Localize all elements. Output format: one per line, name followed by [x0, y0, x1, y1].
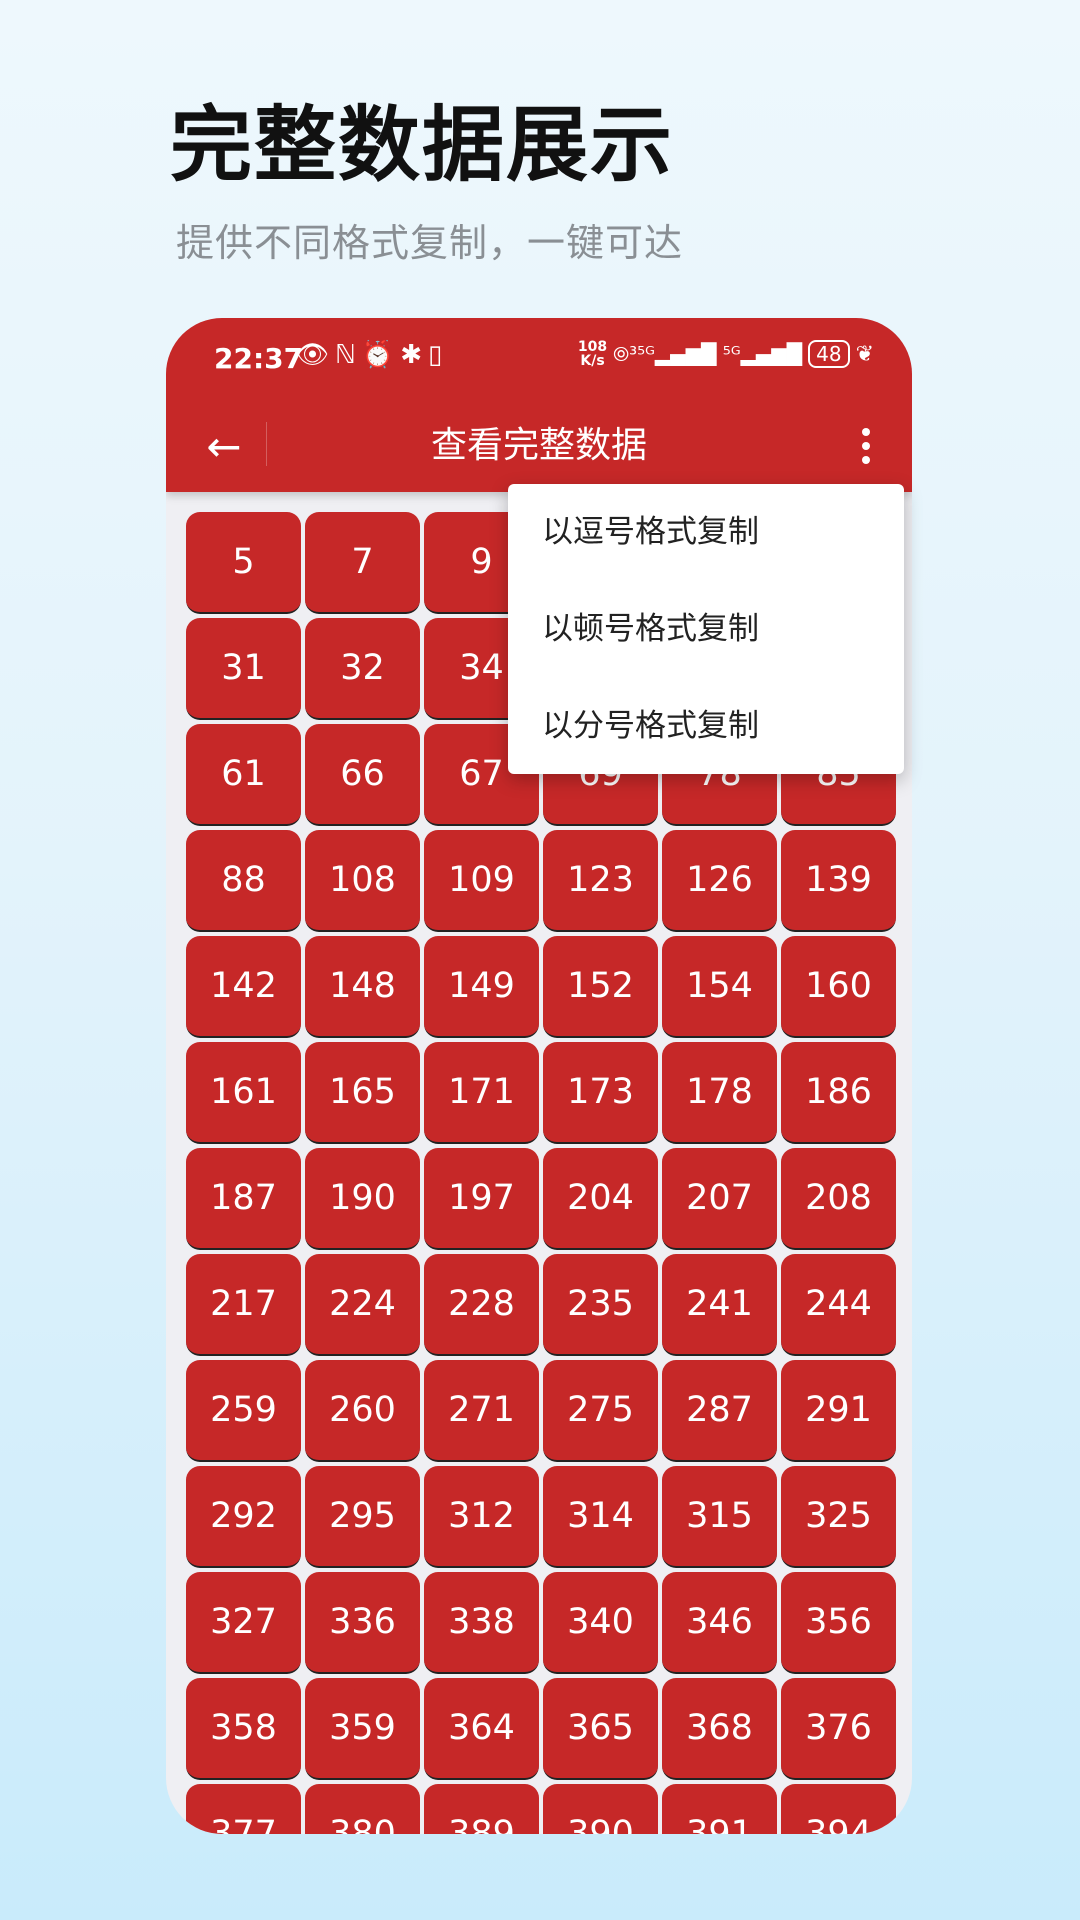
grid-row: 142 148 149 152 154 160: [186, 936, 896, 1042]
promo-subtitle: 提供不同格式复制，一键可达: [176, 221, 684, 265]
more-vert-icon: [862, 456, 870, 464]
number-cell[interactable]: 148: [305, 936, 420, 1038]
grid-row: 358 359 364 365 368 376: [186, 1678, 896, 1784]
number-cell[interactable]: 31: [186, 618, 301, 720]
number-cell[interactable]: 271: [424, 1360, 539, 1462]
number-cell[interactable]: 325: [781, 1466, 896, 1568]
number-cell[interactable]: 364: [424, 1678, 539, 1780]
number-cell[interactable]: 380: [305, 1784, 420, 1834]
menu-item-copy-semicolon[interactable]: 以分号格式复制: [508, 678, 904, 775]
number-cell[interactable]: 5: [186, 512, 301, 614]
number-cell[interactable]: 7: [305, 512, 420, 614]
status-icons-right: 108 K/s ⦾³⁵ᴳ▂▄▆█ ⁵ᴳ▂▄▆█ 48 ❦: [578, 340, 874, 368]
number-cell[interactable]: 88: [186, 830, 301, 932]
number-cell[interactable]: 126: [662, 830, 777, 932]
number-cell[interactable]: 208: [781, 1148, 896, 1250]
number-cell[interactable]: 66: [305, 724, 420, 826]
number-cell[interactable]: 108: [305, 830, 420, 932]
number-cell[interactable]: 171: [424, 1042, 539, 1144]
number-cell[interactable]: 228: [424, 1254, 539, 1356]
number-cell[interactable]: 327: [186, 1572, 301, 1674]
number-cell[interactable]: 389: [424, 1784, 539, 1834]
number-cell[interactable]: 292: [186, 1466, 301, 1568]
copy-format-menu: 以逗号格式复制 以顿号格式复制 以分号格式复制: [508, 484, 904, 774]
number-cell[interactable]: 377: [186, 1784, 301, 1834]
menu-item-copy-comma[interactable]: 以逗号格式复制: [508, 484, 904, 581]
grid-row: 161 165 171 173 178 186: [186, 1042, 896, 1148]
number-cell[interactable]: 275: [543, 1360, 658, 1462]
number-cell[interactable]: 190: [305, 1148, 420, 1250]
number-cell[interactable]: 152: [543, 936, 658, 1038]
number-cell[interactable]: 390: [543, 1784, 658, 1834]
number-cell[interactable]: 197: [424, 1148, 539, 1250]
number-cell[interactable]: 204: [543, 1148, 658, 1250]
number-cell[interactable]: 295: [305, 1466, 420, 1568]
number-cell[interactable]: 173: [543, 1042, 658, 1144]
number-cell[interactable]: 123: [543, 830, 658, 932]
number-cell[interactable]: 368: [662, 1678, 777, 1780]
status-time: 22:37: [214, 342, 304, 375]
more-vert-icon: [862, 428, 870, 436]
network-speed-unit: K/s: [580, 353, 605, 369]
number-cell[interactable]: 142: [186, 936, 301, 1038]
battery-icon: 48: [808, 340, 850, 368]
number-cell[interactable]: 207: [662, 1148, 777, 1250]
grid-row: 292 295 312 314 315 325: [186, 1466, 896, 1572]
number-cell[interactable]: 187: [186, 1148, 301, 1250]
status-icons-left: 👁ℕ⏰✱▯: [296, 340, 449, 370]
more-vert-icon: [862, 442, 870, 450]
number-cell[interactable]: 291: [781, 1360, 896, 1462]
number-cell[interactable]: 160: [781, 936, 896, 1038]
number-cell[interactable]: 149: [424, 936, 539, 1038]
number-cell[interactable]: 315: [662, 1466, 777, 1568]
network-speed: 108 K/s: [578, 340, 607, 368]
number-cell[interactable]: 259: [186, 1360, 301, 1462]
number-cell[interactable]: 359: [305, 1678, 420, 1780]
number-cell[interactable]: 217: [186, 1254, 301, 1356]
number-cell[interactable]: 391: [662, 1784, 777, 1834]
number-cell[interactable]: 356: [781, 1572, 896, 1674]
number-cell[interactable]: 338: [424, 1572, 539, 1674]
promo-title: 完整数据展示: [170, 98, 675, 193]
number-cell[interactable]: 394: [781, 1784, 896, 1834]
number-cell[interactable]: 32: [305, 618, 420, 720]
leaf-icon: ❦: [855, 341, 874, 367]
menu-item-copy-enumeration-comma[interactable]: 以顿号格式复制: [508, 581, 904, 678]
grid-row: 327 336 338 340 346 356: [186, 1572, 896, 1678]
number-cell[interactable]: 235: [543, 1254, 658, 1356]
grid-row: 377 380 389 390 391 394: [186, 1784, 896, 1834]
number-cell[interactable]: 154: [662, 936, 777, 1038]
number-cell[interactable]: 336: [305, 1572, 420, 1674]
number-cell[interactable]: 287: [662, 1360, 777, 1462]
number-cell[interactable]: 161: [186, 1042, 301, 1144]
number-cell[interactable]: 61: [186, 724, 301, 826]
network-speed-value: 108: [577, 339, 608, 355]
number-cell[interactable]: 340: [543, 1572, 658, 1674]
number-cell[interactable]: 241: [662, 1254, 777, 1356]
page-title: 查看完整数据: [430, 425, 647, 466]
number-cell[interactable]: 376: [781, 1678, 896, 1780]
number-cell[interactable]: 365: [543, 1678, 658, 1780]
more-menu-button[interactable]: [846, 418, 886, 474]
grid-row: 259 260 271 275 287 291: [186, 1360, 896, 1466]
number-cell[interactable]: 312: [424, 1466, 539, 1568]
number-cell[interactable]: 358: [186, 1678, 301, 1780]
number-cell[interactable]: 314: [543, 1466, 658, 1568]
grid-row: 217 224 228 235 241 244: [186, 1254, 896, 1360]
number-cell[interactable]: 139: [781, 830, 896, 932]
number-cell[interactable]: 178: [662, 1042, 777, 1144]
number-cell[interactable]: 165: [305, 1042, 420, 1144]
grid-row: 187 190 197 204 207 208: [186, 1148, 896, 1254]
number-cell[interactable]: 260: [305, 1360, 420, 1462]
grid-row: 88 108 109 123 126 139: [186, 830, 896, 936]
number-cell[interactable]: 244: [781, 1254, 896, 1356]
number-cell[interactable]: 186: [781, 1042, 896, 1144]
app-bar: 22:37 👁ℕ⏰✱▯ 108 K/s ⦾³⁵ᴳ▂▄▆█ ⁵ᴳ▂▄▆█ 48 ❦…: [166, 318, 912, 492]
signal-icon: ⦾³⁵ᴳ▂▄▆█ ⁵ᴳ▂▄▆█: [613, 342, 803, 366]
number-cell[interactable]: 224: [305, 1254, 420, 1356]
number-cell[interactable]: 109: [424, 830, 539, 932]
number-cell[interactable]: 346: [662, 1572, 777, 1674]
